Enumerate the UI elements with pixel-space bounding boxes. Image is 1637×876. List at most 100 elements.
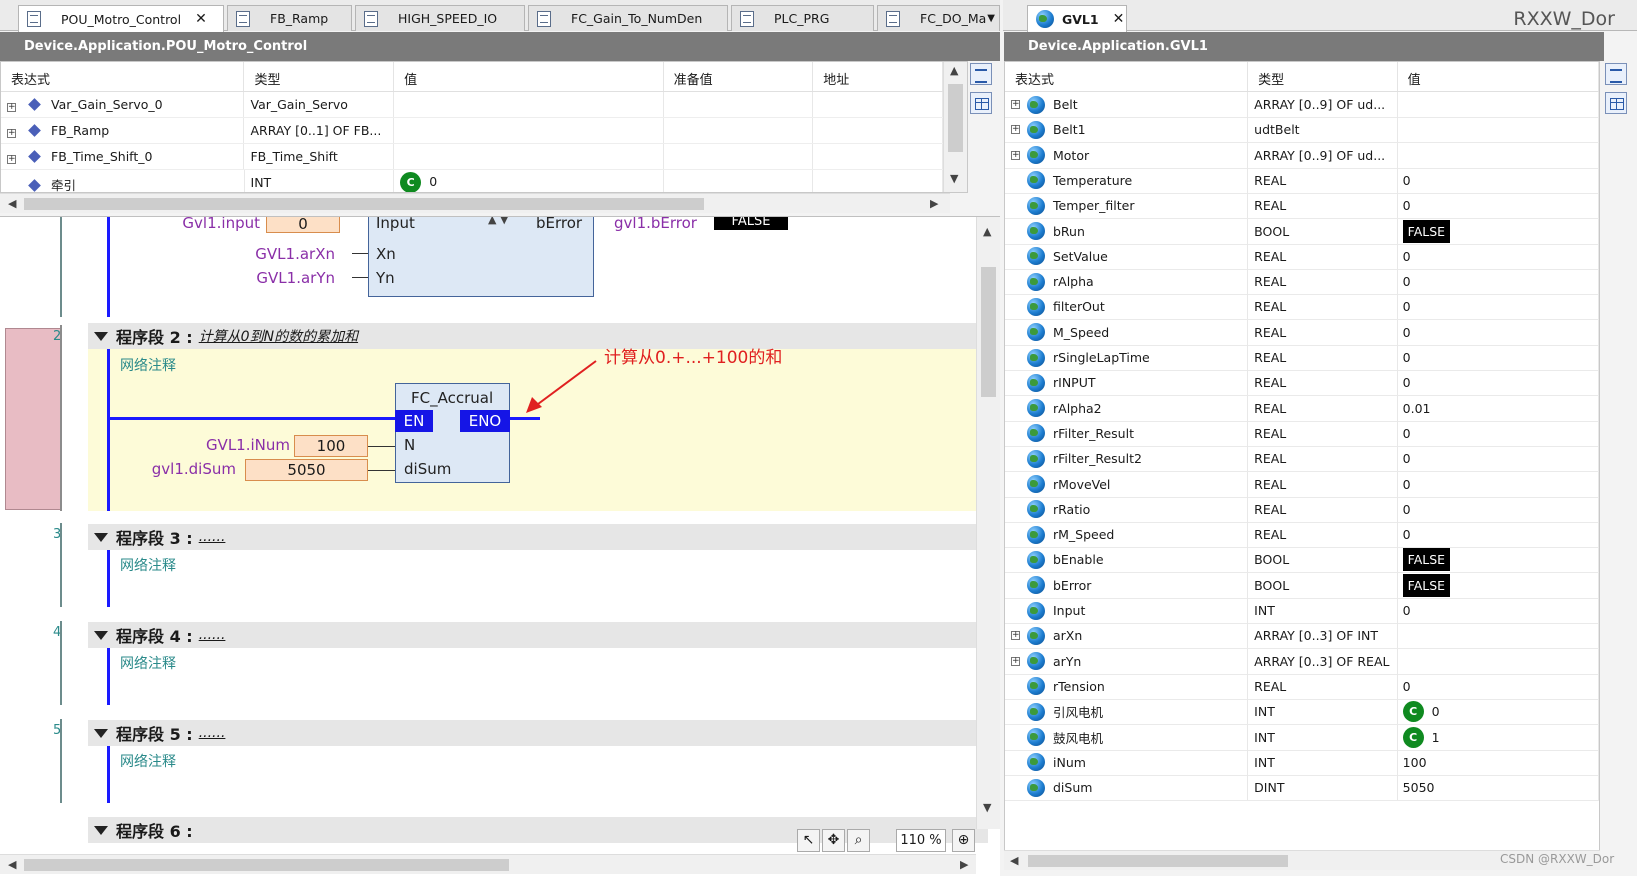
- table-row[interactable]: Temper_filter REAL 0: [1005, 193, 1599, 220]
- collapse-icon[interactable]: [94, 728, 108, 738]
- col-address[interactable]: 地址: [813, 62, 943, 91]
- table-row[interactable]: Temperature REAL 0: [1005, 167, 1599, 194]
- table-row[interactable]: + Motor ARRAY [0..9] OF ud...: [1005, 142, 1599, 169]
- pan-tool-icon[interactable]: ✥: [822, 829, 845, 852]
- table-row[interactable]: filterOut REAL 0: [1005, 294, 1599, 321]
- zoom-tool-icon[interactable]: ⌕: [847, 829, 870, 852]
- scroll-thumb[interactable]: [1028, 855, 1288, 867]
- table-row[interactable]: rAlpha REAL 0: [1005, 269, 1599, 296]
- table-row[interactable]: + Var_Gain_Servo_0 Var_Gain_Servo: [1, 92, 944, 118]
- table-row[interactable]: rAlpha2 REAL 0.01: [1005, 395, 1599, 422]
- table-row[interactable]: 牵引 INT C0: [1, 170, 943, 192]
- tab-fc-do-ma[interactable]: FC_DO_Ma ▼: [877, 5, 1000, 31]
- scroll-left-icon[interactable]: ◀: [8, 858, 16, 871]
- scroll-left-icon[interactable]: ◀: [1010, 854, 1018, 867]
- col-type[interactable]: 类型: [244, 62, 395, 91]
- collapse-icon[interactable]: [94, 630, 108, 640]
- table-view-button[interactable]: [1605, 92, 1627, 114]
- expand-icon[interactable]: +: [7, 129, 16, 138]
- col-type[interactable]: 类型: [1248, 62, 1398, 91]
- close-icon[interactable]: ✕: [195, 11, 207, 27]
- var-inum[interactable]: GVL1.iNum: [170, 436, 290, 454]
- pointer-tool-icon[interactable]: ↖: [797, 829, 820, 852]
- table-row[interactable]: bRun BOOL FALSE: [1005, 218, 1599, 245]
- table-row[interactable]: + arXn ARRAY [0..3] OF INT: [1005, 623, 1599, 650]
- table-row[interactable]: iNum INT 100: [1005, 749, 1599, 776]
- table-row[interactable]: SetValue REAL 0: [1005, 243, 1599, 270]
- zoom-fit-icon[interactable]: ⊕: [952, 829, 975, 852]
- table-row[interactable]: rSingleLapTime REAL 0: [1005, 345, 1599, 371]
- collapse-icon[interactable]: [94, 331, 108, 341]
- table-row[interactable]: rTension REAL 0: [1005, 673, 1599, 700]
- expand-icon[interactable]: +: [1011, 150, 1020, 160]
- col-value[interactable]: 值: [394, 62, 664, 91]
- tab-pou-motro-control[interactable]: POU_Motro_Control ✕: [18, 5, 224, 32]
- fbd-editor[interactable]: Gvl1.input 0 Input GVL1.arXn Xn GVL1.arY…: [0, 216, 1000, 876]
- value-input[interactable]: 0: [266, 217, 340, 233]
- network-4-header[interactable]: 程序段 4 : ......: [88, 622, 988, 648]
- collapse-icon[interactable]: [94, 532, 108, 542]
- value-disum[interactable]: 5050: [245, 459, 368, 481]
- col-prepared-value[interactable]: 准备值: [664, 62, 814, 91]
- table-row[interactable]: diSum DINT 5050: [1005, 775, 1599, 802]
- table-row[interactable]: bError BOOL FALSE: [1005, 572, 1599, 599]
- table-view-button[interactable]: [970, 92, 992, 114]
- expand-icon[interactable]: +: [7, 155, 16, 164]
- tab-high-speed-io[interactable]: HIGH_SPEED_IO: [355, 5, 525, 31]
- scroll-down-icon[interactable]: ▼: [950, 172, 958, 185]
- expand-icon[interactable]: +: [1011, 100, 1020, 109]
- table-row[interactable]: + FB_Ramp ARRAY [0..1] OF FB...: [1, 118, 944, 144]
- text-view-button[interactable]: [970, 63, 992, 85]
- tab-fb-ramp[interactable]: FB_Ramp: [227, 5, 352, 31]
- table-row[interactable]: bEnable BOOL FALSE: [1005, 547, 1599, 574]
- network-3-header[interactable]: 程序段 3 : ......: [88, 524, 988, 550]
- scroll-up-icon[interactable]: ▲: [983, 225, 991, 238]
- table-row[interactable]: rINPUT REAL 0: [1005, 370, 1599, 397]
- grid-vertical-scrollbar[interactable]: ▲ ▼: [943, 62, 967, 192]
- var-arxn[interactable]: GVL1.arXn: [210, 245, 335, 263]
- scroll-thumb[interactable]: [981, 267, 996, 397]
- col-expression[interactable]: 表达式: [1, 62, 245, 91]
- expand-icon[interactable]: +: [1011, 631, 1020, 641]
- editor-vertical-scrollbar[interactable]: ▲ ▼: [976, 217, 1000, 829]
- table-row[interactable]: rFilter_Result REAL 0: [1005, 420, 1599, 447]
- expand-icon[interactable]: +: [7, 103, 16, 112]
- table-row[interactable]: M_Speed REAL 0: [1005, 319, 1599, 346]
- scroll-up-icon[interactable]: ▲: [950, 64, 958, 77]
- table-row[interactable]: + Belt ARRAY [0..9] OF ud...: [1005, 92, 1599, 118]
- scroll-down-icon[interactable]: ▼: [983, 801, 991, 814]
- table-row[interactable]: rFilter_Result2 REAL 0: [1005, 446, 1599, 473]
- table-row[interactable]: + FB_Time_Shift_0 FB_Time_Shift: [1, 144, 944, 170]
- table-row[interactable]: rRatio REAL 0: [1005, 496, 1599, 523]
- tab-plc-prg[interactable]: PLC_PRG: [731, 5, 874, 31]
- scroll-right-icon[interactable]: ▶: [930, 197, 938, 210]
- tab-dropdown-icon[interactable]: ▼: [987, 13, 995, 24]
- table-row[interactable]: + Belt1 udtBelt: [1005, 117, 1599, 144]
- tab-gvl1[interactable]: GVL1 ✕: [1027, 5, 1127, 32]
- zoom-level[interactable]: 110 %: [896, 829, 946, 852]
- col-value[interactable]: 值: [1398, 62, 1599, 91]
- scroll-left-icon[interactable]: ◀: [8, 197, 16, 210]
- var-aryn[interactable]: GVL1.arYn: [210, 269, 335, 287]
- editor-horizontal-scrollbar[interactable]: ◀ ▶: [0, 854, 976, 874]
- scroll-thumb[interactable]: [24, 198, 704, 210]
- scroll-thumb[interactable]: [948, 84, 963, 152]
- text-view-button[interactable]: [1605, 63, 1627, 85]
- table-row[interactable]: Input INT 0: [1005, 598, 1599, 624]
- scroll-right-icon[interactable]: ▶: [960, 858, 968, 871]
- close-icon[interactable]: ✕: [1113, 11, 1125, 27]
- table-row[interactable]: 鼓风电机 INT C 1: [1005, 724, 1599, 751]
- table-row[interactable]: 引风电机 INT C 0: [1005, 699, 1599, 726]
- scroll-up-small-icon[interactable]: ▲ ▼: [488, 217, 508, 226]
- col-expression[interactable]: 表达式: [1005, 62, 1249, 91]
- network-2-header[interactable]: 程序段 2 : 计算从0到N的数的累加和: [88, 323, 988, 349]
- network-5-header[interactable]: 程序段 5 : ......: [88, 720, 988, 746]
- expand-icon[interactable]: +: [1011, 125, 1020, 135]
- var-berror[interactable]: gvl1.bError: [614, 217, 710, 232]
- table-row[interactable]: rM_Speed REAL 0: [1005, 522, 1599, 549]
- grid-horizontal-scrollbar[interactable]: ◀ ▶: [0, 193, 950, 213]
- var-input[interactable]: Gvl1.input: [150, 217, 260, 232]
- table-row[interactable]: rMoveVel REAL 0: [1005, 471, 1599, 498]
- tab-fc-gain-to-numden[interactable]: FC_Gain_To_NumDen: [528, 5, 728, 31]
- table-row[interactable]: + arYn ARRAY [0..3] OF REAL: [1005, 648, 1599, 675]
